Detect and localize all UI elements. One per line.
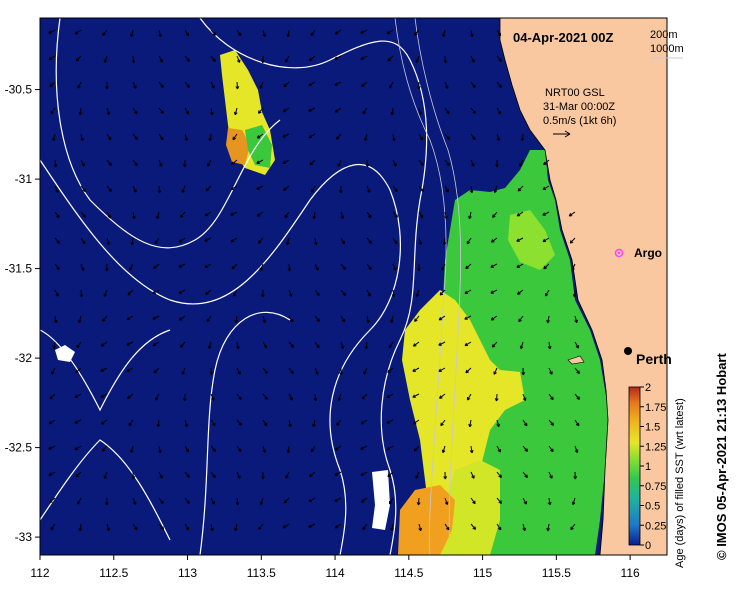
y-tick-label: -32.5 (5, 441, 33, 455)
colorbar-tick-label: 0 (645, 540, 651, 552)
y-tick-label: -31 (15, 172, 33, 186)
y-axis: -30.5 -31 -31.5 -32 -32.5 -33 (5, 83, 40, 544)
y-tick-label: -31.5 (5, 262, 33, 276)
y-tick-label: -32 (15, 351, 33, 365)
y-tick-label: -33 (15, 530, 33, 544)
x-tick-label: 112 (30, 566, 49, 580)
x-tick-label: 112.5 (99, 566, 128, 580)
depth-legend-1000m: 1000m (650, 43, 684, 55)
colorbar-tick-label: 1.5 (645, 422, 660, 434)
colorbar-tick-label: 1 (645, 461, 651, 473)
credit-label: © IMOS 05-Apr-2021 21:13 Hobart (714, 353, 729, 560)
x-axis: 112 112.5 113 113.5 114 114.5 115 115.5 116 (30, 555, 640, 580)
x-tick-label: 115 (473, 566, 492, 580)
x-tick-label: 114 (325, 566, 344, 580)
argo-label: Argo (634, 246, 662, 260)
perth-marker (624, 347, 632, 355)
current-scale-label: 0.5m/s (1kt 6h) (543, 115, 616, 127)
current-source-label: NRT00 GSL (545, 87, 605, 99)
colorbar-title: Age (days) of filled SST (wrt latest) (674, 398, 686, 568)
perth-label: Perth (636, 351, 672, 367)
colorbar-tick-label: 1.75 (645, 402, 666, 414)
colorbar-tick-label: 0.5 (645, 501, 660, 513)
x-tick-label: 115.5 (542, 566, 571, 580)
date-label: 04-Apr-2021 00Z (513, 30, 613, 45)
colorbar (628, 386, 641, 546)
sst-age-map: 112 112.5 113 113.5 114 114.5 115 115.5 116 -30.… (5, 17, 729, 580)
x-tick-label: 113 (178, 566, 197, 580)
y-tick-label: -30.5 (5, 83, 33, 97)
x-tick-label: 114.5 (394, 566, 423, 580)
colorbar-tick-label: 2 (645, 382, 651, 394)
x-tick-label: 116 (621, 566, 640, 580)
x-tick-label: 113.5 (247, 566, 276, 580)
current-time-label: 31-Mar 00:00Z (543, 101, 615, 113)
colorbar-tick-label: 1.25 (645, 441, 666, 453)
colorbar-tick-label: 0.25 (645, 520, 666, 532)
colorbar-tick-label: 0.75 (645, 481, 666, 493)
depth-legend-200m: 200m (650, 29, 678, 41)
